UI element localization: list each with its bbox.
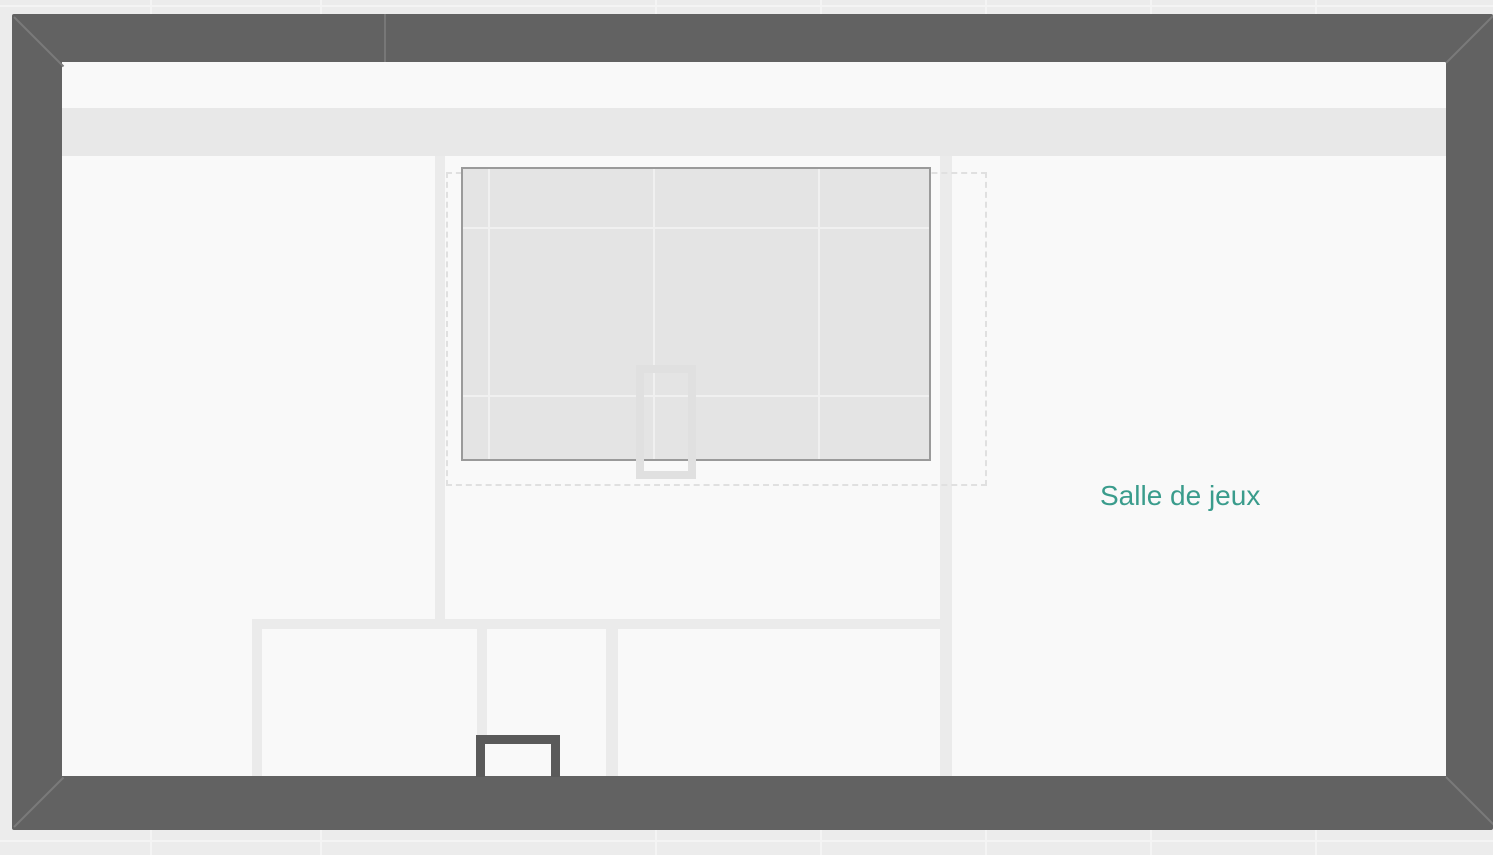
room-label[interactable]: Salle de jeux bbox=[1100, 480, 1260, 512]
furniture-block[interactable] bbox=[461, 167, 931, 461]
floor-band bbox=[62, 108, 1446, 156]
interior-partition[interactable] bbox=[606, 619, 618, 776]
door-icon[interactable] bbox=[476, 735, 560, 777]
furniture-gridline bbox=[463, 395, 929, 397]
wall-joint bbox=[384, 14, 386, 64]
interior-partition[interactable] bbox=[477, 619, 487, 739]
background-gridline bbox=[0, 840, 1493, 842]
furniture-gridline bbox=[818, 169, 820, 459]
interior-partition[interactable] bbox=[435, 156, 445, 622]
furniture-gridline bbox=[488, 169, 490, 459]
ghost-door-icon[interactable] bbox=[636, 365, 696, 479]
interior-partition[interactable] bbox=[252, 619, 948, 629]
interior-partition[interactable] bbox=[252, 619, 262, 776]
floorplan-canvas[interactable]: Salle de jeux bbox=[0, 0, 1493, 855]
furniture-gridline bbox=[463, 227, 929, 229]
background-gridline bbox=[0, 5, 1493, 7]
